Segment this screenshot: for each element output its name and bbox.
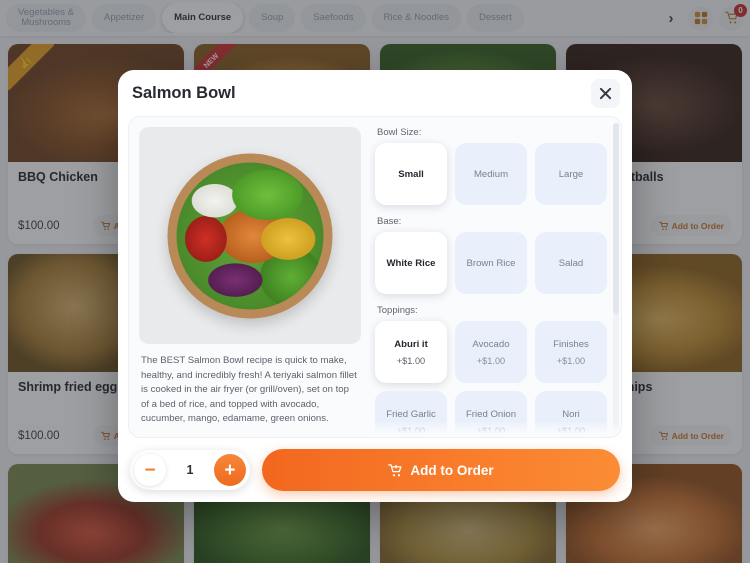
options-scrollbar-thumb[interactable]	[613, 123, 619, 314]
option-group-label: Toppings:	[377, 305, 418, 316]
bowl-contents-graphic	[176, 162, 324, 310]
option-row: Fried Garlic +$1.00 Fried Onion +$1.00 Nori +…	[375, 391, 607, 437]
app-root: Vegetables & Mushrooms Appetizer Main Cour…	[0, 0, 750, 563]
option-choice[interactable]: Aburi it +$1.00	[375, 321, 447, 383]
option-choice-price: +$1.00	[476, 355, 506, 366]
item-media-column: The BEST Salmon Bowl recipe is quick to …	[129, 117, 369, 437]
option-choice[interactable]: Fried Garlic +$1.00	[375, 391, 447, 437]
option-choice-name: Fried Garlic	[386, 408, 436, 420]
option-choice[interactable]: Large	[535, 143, 607, 205]
option-choice-name: Medium	[473, 168, 509, 180]
options-scrollbar[interactable]	[613, 123, 619, 431]
option-choice-price: +$1.00	[396, 425, 426, 436]
option-choice[interactable]: White Rice	[375, 232, 447, 294]
option-choice[interactable]: Salad	[535, 232, 607, 294]
option-choice-price: +$1.00	[396, 355, 426, 366]
option-choice[interactable]: Nori +$1.00	[535, 391, 607, 437]
option-group-label: Bowl Size:	[377, 127, 422, 138]
option-choice-name: Salad	[558, 257, 584, 269]
option-choice-price: +$1.00	[476, 425, 506, 436]
quantity-value: 1	[186, 463, 194, 477]
option-choice-price: +$1.00	[556, 355, 586, 366]
option-row: White Rice Brown Rice Salad	[375, 232, 607, 294]
option-choice[interactable]: Finishes +$1.00	[535, 321, 607, 383]
option-choice[interactable]: Avocado +$1.00	[455, 321, 527, 383]
item-photo	[139, 127, 361, 345]
modal-title: Salmon Bowl	[132, 83, 236, 102]
option-choice-price: +$1.00	[556, 425, 586, 436]
option-choice-name: Avocado	[472, 338, 510, 350]
modal-body: The BEST Salmon Bowl recipe is quick to …	[128, 116, 622, 438]
bowl-graphic	[167, 153, 333, 319]
add-to-order-label: Add to Order	[410, 462, 494, 478]
option-choice-name: Finishes	[553, 338, 589, 350]
quantity-stepper: − 1 +	[130, 450, 250, 490]
option-row: Aburi it +$1.00 Avocado +$1.00 Finishes +$1.0…	[375, 321, 607, 383]
option-choice-name: White Rice	[386, 257, 436, 269]
option-choice-name: Small	[398, 168, 424, 180]
cart-plus-icon	[388, 463, 402, 476]
option-group-label: Base:	[377, 216, 402, 227]
option-choice[interactable]: Medium	[455, 143, 527, 205]
option-choice-name: Large	[558, 168, 584, 180]
option-choice[interactable]: Small	[375, 143, 447, 205]
option-groups: Bowl Size: Small Medium Large Base: White Ric…	[375, 127, 607, 437]
item-detail-modal: Salmon Bowl The BEST Salmon Bowl recipe …	[118, 70, 632, 502]
option-row: Small Medium Large	[375, 143, 607, 205]
option-choice-name: Nori	[562, 408, 580, 420]
add-to-order-button[interactable]: Add to Order	[262, 449, 620, 491]
modal-header: Salmon Bowl	[118, 70, 632, 116]
item-description: The BEST Salmon Bowl recipe is quick to …	[141, 355, 357, 425]
option-choice-name: Brown Rice	[466, 257, 516, 269]
option-choice[interactable]: Brown Rice	[455, 232, 527, 294]
option-choice-name: Aburi it	[394, 338, 428, 350]
decrease-quantity-button[interactable]: −	[134, 454, 166, 486]
increase-quantity-button[interactable]: +	[213, 454, 246, 486]
modal-footer: − 1 + Add to Order	[118, 438, 632, 502]
close-icon[interactable]	[591, 78, 620, 108]
item-options-column: Bowl Size: Small Medium Large Base: White Ric…	[369, 117, 621, 437]
option-choice[interactable]: Fried Onion +$1.00	[455, 391, 527, 437]
option-choice-name: Fried Onion	[465, 408, 517, 420]
